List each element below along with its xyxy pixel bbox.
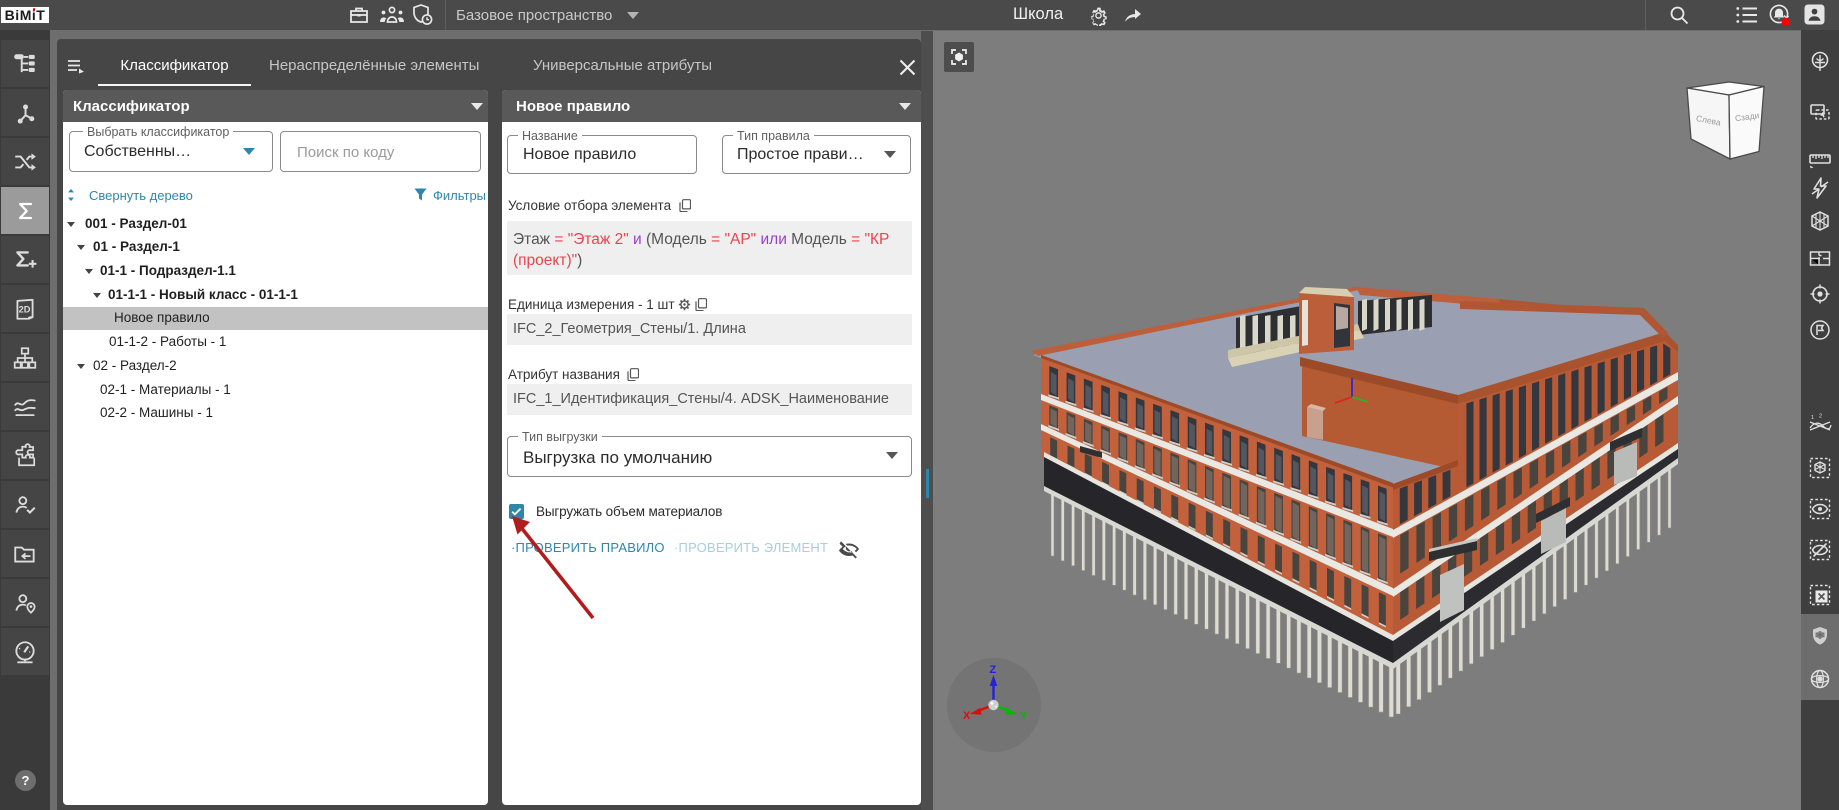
svg-text:2D: 2D <box>19 304 31 314</box>
svg-text:X: X <box>963 710 971 722</box>
svg-text:1: 1 <box>1811 415 1814 421</box>
svg-text:2: 2 <box>1819 414 1822 420</box>
svg-text:Y: Y <box>1020 710 1028 722</box>
svg-text:Z: Z <box>990 664 997 676</box>
